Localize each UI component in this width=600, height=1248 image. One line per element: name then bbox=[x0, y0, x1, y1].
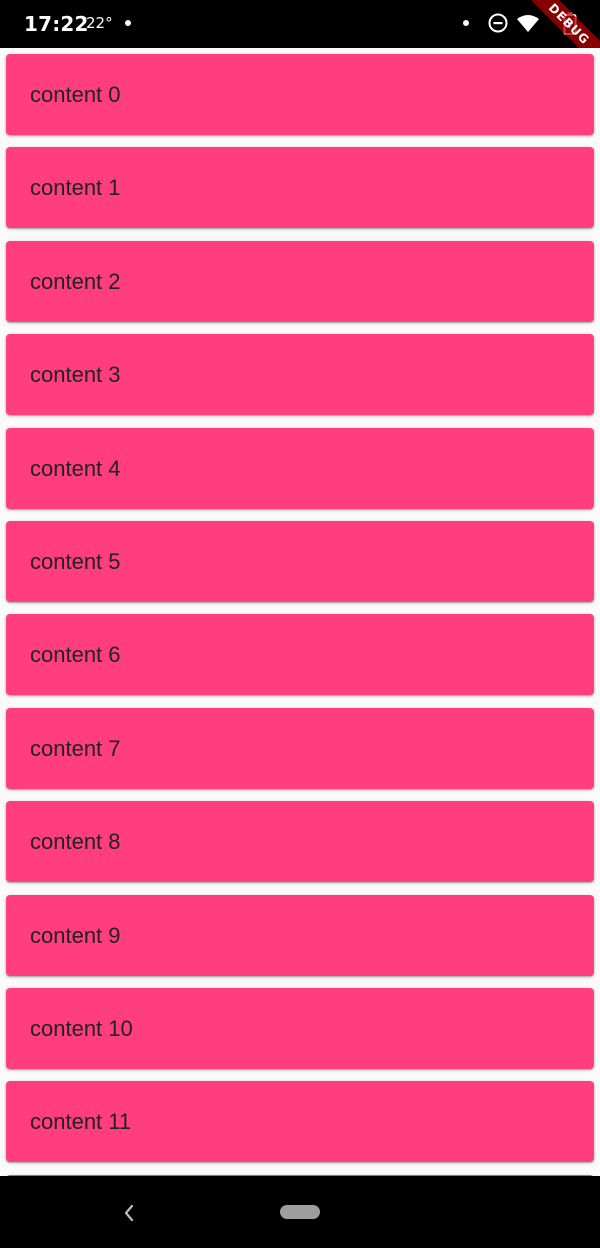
content-card-label: content 8 bbox=[30, 829, 121, 854]
content-card-label: content 3 bbox=[30, 362, 121, 387]
content-card-label: content 2 bbox=[30, 269, 121, 294]
content-card[interactable]: content 10 bbox=[6, 988, 594, 1069]
content-card[interactable]: content 0 bbox=[6, 54, 594, 135]
status-time: 17:22 bbox=[24, 12, 89, 36]
content-card-label: content 6 bbox=[30, 642, 121, 667]
home-pill-icon[interactable] bbox=[280, 1205, 320, 1219]
content-card-label: content 1 bbox=[30, 175, 121, 200]
content-card[interactable]: content 6 bbox=[6, 614, 594, 695]
content-card[interactable]: content 4 bbox=[6, 428, 594, 509]
content-card[interactable]: content 9 bbox=[6, 895, 594, 976]
do-not-disturb-icon bbox=[488, 13, 508, 33]
content-card[interactable]: content 5 bbox=[6, 521, 594, 602]
status-temperature: 22° bbox=[86, 14, 113, 32]
notification-dot-icon bbox=[125, 20, 131, 26]
content-card-label: content 11 bbox=[30, 1109, 132, 1134]
wifi-icon bbox=[517, 15, 539, 32]
content-card-label: content 4 bbox=[30, 456, 121, 481]
content-card-label: content 10 bbox=[30, 1016, 133, 1041]
status-dot-icon bbox=[463, 20, 469, 26]
content-card[interactable]: content 11 bbox=[6, 1081, 594, 1162]
content-card-label: content 9 bbox=[30, 923, 121, 948]
content-card[interactable]: content 3 bbox=[6, 334, 594, 415]
content-card[interactable]: content 7 bbox=[6, 708, 594, 789]
content-card-label: content 5 bbox=[30, 549, 121, 574]
status-bar: 17:22 22° DEBUG bbox=[0, 0, 600, 48]
app-screen: 17:22 22° DEBUG content 0 content 1 conten… bbox=[0, 0, 600, 1248]
navigation-bar bbox=[0, 1176, 600, 1248]
back-icon[interactable] bbox=[118, 1202, 140, 1224]
content-card[interactable]: content 8 bbox=[6, 801, 594, 882]
content-card[interactable]: content 1 bbox=[6, 147, 594, 228]
content-card-label: content 0 bbox=[30, 82, 121, 107]
content-card-label: content 7 bbox=[30, 736, 121, 761]
content-list[interactable]: content 0 content 1 content 2 content 3 cont… bbox=[0, 48, 600, 1176]
content-card[interactable]: content 2 bbox=[6, 241, 594, 322]
